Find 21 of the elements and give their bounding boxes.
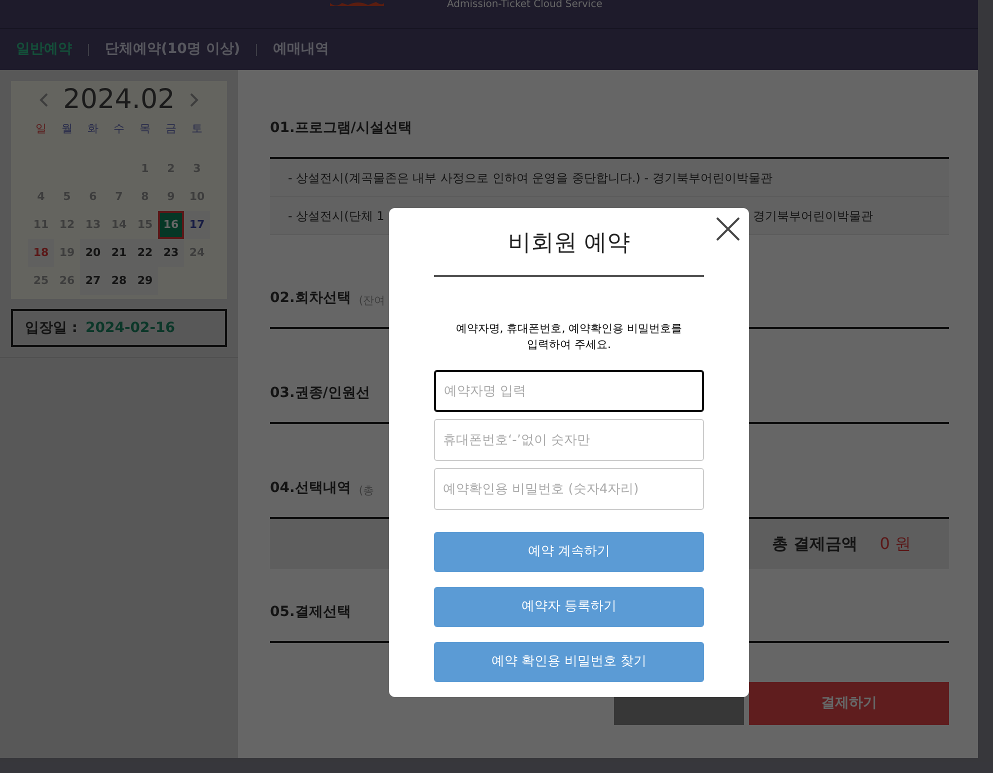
weekday-label: 일 bbox=[34, 121, 48, 137]
program-text: - 상설전시(단체 1 bbox=[288, 208, 384, 224]
modal-instruction: 예약자명, 휴대폰번호, 예약확인용 비밀번호를 입력하여 주세요. bbox=[456, 321, 682, 353]
program-venue: 경기북부어린이박물관 bbox=[753, 208, 873, 224]
weekday-label: 금 bbox=[164, 121, 178, 137]
program-text: - 상설전시(계곡물존은 내부 사정으로 인하여 운영을 중단합니다.) - 경기북부어린이박물관 bbox=[288, 170, 772, 186]
weekday-label: 화 bbox=[86, 121, 100, 137]
section-title: 05.결제선택 bbox=[270, 603, 351, 622]
calendar-month: 2024.02 bbox=[63, 85, 175, 115]
weekday-label: 토 bbox=[190, 121, 204, 137]
weekday-label: 월 bbox=[60, 121, 74, 137]
total-value: 0 원 bbox=[880, 533, 911, 555]
weekday-label: 목 bbox=[138, 121, 152, 137]
section-title: 03.권종/인원선 bbox=[270, 384, 370, 403]
section-title: 01.프로그램/시설선택 bbox=[270, 119, 412, 138]
weekday-label: 수 bbox=[112, 121, 126, 137]
entry-date-value: 2024-02-16 bbox=[85, 318, 176, 338]
entry-date-label: 입장일 : bbox=[25, 318, 78, 338]
section-title: 02.회차선택 bbox=[270, 289, 351, 308]
total-label: 총 결제금액 bbox=[772, 533, 858, 555]
section-title: 04.선택내역 bbox=[270, 479, 351, 498]
